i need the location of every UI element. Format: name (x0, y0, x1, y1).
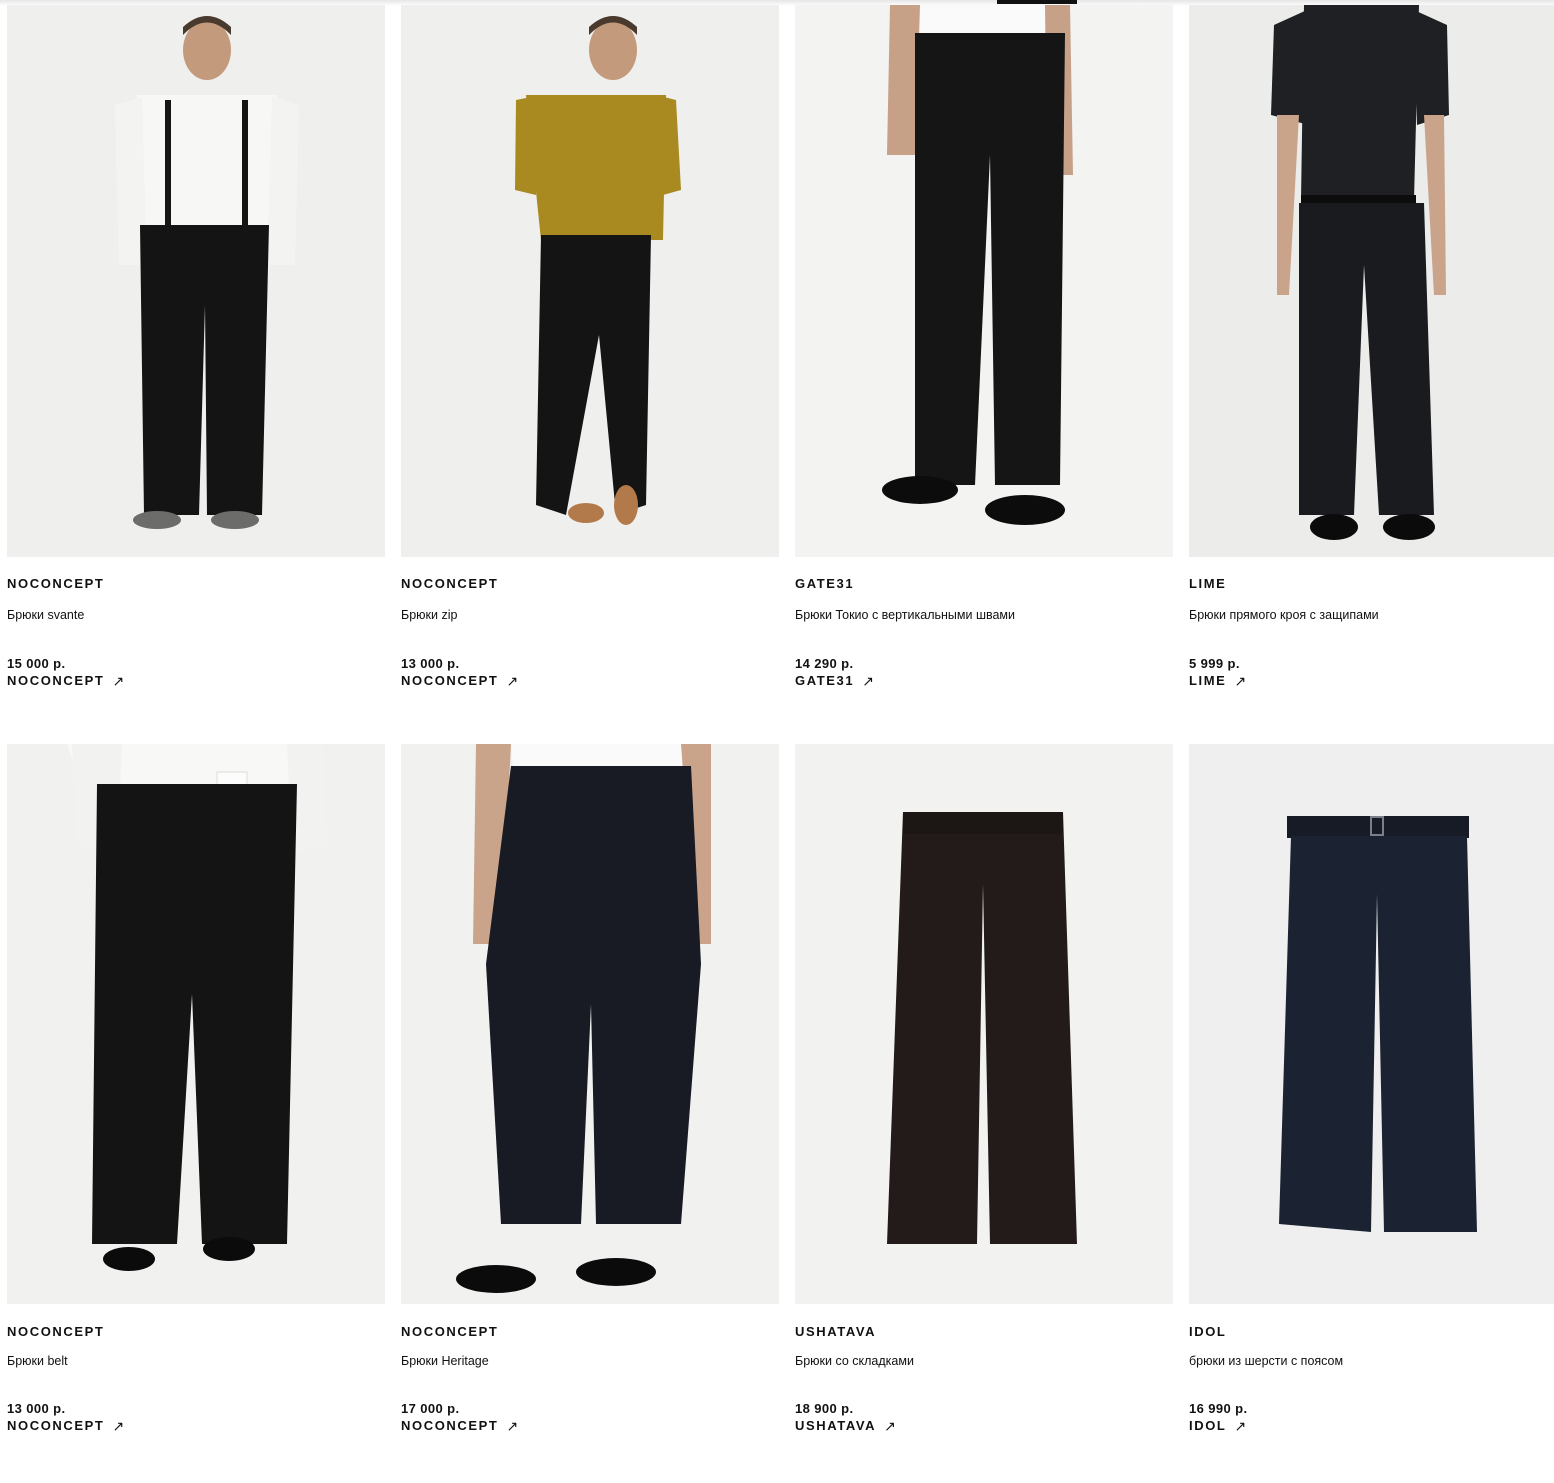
arrow-up-right-icon[interactable]: ↗ (1234, 674, 1247, 688)
product-brand[interactable]: NOCONCEPT (401, 576, 498, 591)
product-price: 14 290 р. (795, 656, 854, 671)
product-card[interactable]: GATE31 Брюки Токио с вертикальными швами… (795, 5, 1173, 744)
product-card[interactable]: IDOL брюки из шерсти с поясом 16 990 р. … (1189, 744, 1554, 1483)
scroll-indicator (997, 0, 1077, 4)
product-photo[interactable] (1189, 744, 1554, 1304)
product-photo[interactable] (401, 5, 779, 557)
product-name[interactable]: Брюки belt (7, 1354, 68, 1368)
product-name[interactable]: Брюки Heritage (401, 1354, 489, 1368)
shop-link[interactable]: IDOL ↗ (1189, 1418, 1248, 1433)
shop-link[interactable]: LIME ↗ (1189, 673, 1248, 688)
product-name[interactable]: Брюки Токио с вертикальными швами (795, 608, 1015, 622)
product-brand[interactable]: IDOL (1189, 1324, 1226, 1339)
shop-link-label[interactable]: NOCONCEPT (401, 673, 498, 688)
arrow-up-right-icon[interactable]: ↗ (862, 674, 875, 688)
product-photo[interactable] (795, 744, 1173, 1304)
product-brand[interactable]: NOCONCEPT (7, 576, 104, 591)
shop-link[interactable]: NOCONCEPT ↗ (401, 1418, 520, 1433)
product-brand[interactable]: NOCONCEPT (401, 1324, 498, 1339)
arrow-up-right-icon[interactable]: ↗ (112, 674, 125, 688)
product-price: 18 900 р. (795, 1401, 854, 1416)
product-brand[interactable]: NOCONCEPT (7, 1324, 104, 1339)
product-price: 17 000 р. (401, 1401, 460, 1416)
product-brand[interactable]: LIME (1189, 576, 1226, 591)
product-name[interactable]: Брюки со складками (795, 1354, 914, 1368)
arrow-up-right-icon[interactable]: ↗ (1234, 1419, 1247, 1433)
product-price: 15 000 р. (7, 656, 66, 671)
product-price: 16 990 р. (1189, 1401, 1248, 1416)
shop-link[interactable]: NOCONCEPT ↗ (7, 1418, 126, 1433)
product-brand[interactable]: USHATAVA (795, 1324, 876, 1339)
product-card[interactable]: NOCONCEPT Брюки belt 13 000 р. NOCONCEPT… (7, 744, 385, 1483)
product-name[interactable]: брюки из шерсти с поясом (1189, 1354, 1343, 1368)
product-price: 13 000 р. (7, 1401, 66, 1416)
shop-link-label[interactable]: USHATAVA (795, 1418, 876, 1433)
shop-link[interactable]: NOCONCEPT ↗ (7, 673, 126, 688)
shop-link[interactable]: NOCONCEPT ↗ (401, 673, 520, 688)
product-name[interactable]: Брюки svante (7, 608, 84, 622)
arrow-up-right-icon[interactable]: ↗ (112, 1419, 125, 1433)
arrow-up-right-icon[interactable]: ↗ (506, 674, 519, 688)
product-card[interactable]: NOCONCEPT Брюки Heritage 17 000 р. NOCON… (401, 744, 779, 1483)
product-photo[interactable] (1189, 5, 1554, 557)
shop-link-label[interactable]: NOCONCEPT (7, 673, 104, 688)
shop-link[interactable]: USHATAVA ↗ (795, 1418, 898, 1433)
shop-link-label[interactable]: LIME (1189, 673, 1226, 688)
product-grid: NOCONCEPT Брюки svante 15 000 р. NOCONCE… (7, 5, 1554, 1483)
product-photo[interactable] (795, 5, 1173, 557)
product-price: 5 999 р. (1189, 656, 1240, 671)
product-price: 13 000 р. (401, 656, 460, 671)
product-card[interactable]: LIME Брюки прямого кроя с защипами 5 999… (1189, 5, 1554, 744)
product-card[interactable]: NOCONCEPT Брюки svante 15 000 р. NOCONCE… (7, 5, 385, 744)
product-photo[interactable] (7, 744, 385, 1304)
product-name[interactable]: Брюки прямого кроя с защипами (1189, 608, 1379, 622)
shop-link-label[interactable]: IDOL (1189, 1418, 1226, 1433)
shop-link-label[interactable]: NOCONCEPT (7, 1418, 104, 1433)
product-brand[interactable]: GATE31 (795, 576, 854, 591)
shop-link-label[interactable]: GATE31 (795, 673, 854, 688)
shop-link-label[interactable]: NOCONCEPT (401, 1418, 498, 1433)
product-name[interactable]: Брюки zip (401, 608, 457, 622)
shop-link[interactable]: GATE31 ↗ (795, 673, 876, 688)
product-card[interactable]: USHATAVA Брюки со складками 18 900 р. US… (795, 744, 1173, 1483)
arrow-up-right-icon[interactable]: ↗ (506, 1419, 519, 1433)
product-card[interactable]: NOCONCEPT Брюки zip 13 000 р. NOCONCEPT … (401, 5, 779, 744)
product-photo[interactable] (7, 5, 385, 557)
arrow-up-right-icon[interactable]: ↗ (884, 1419, 897, 1433)
product-photo[interactable] (401, 744, 779, 1304)
